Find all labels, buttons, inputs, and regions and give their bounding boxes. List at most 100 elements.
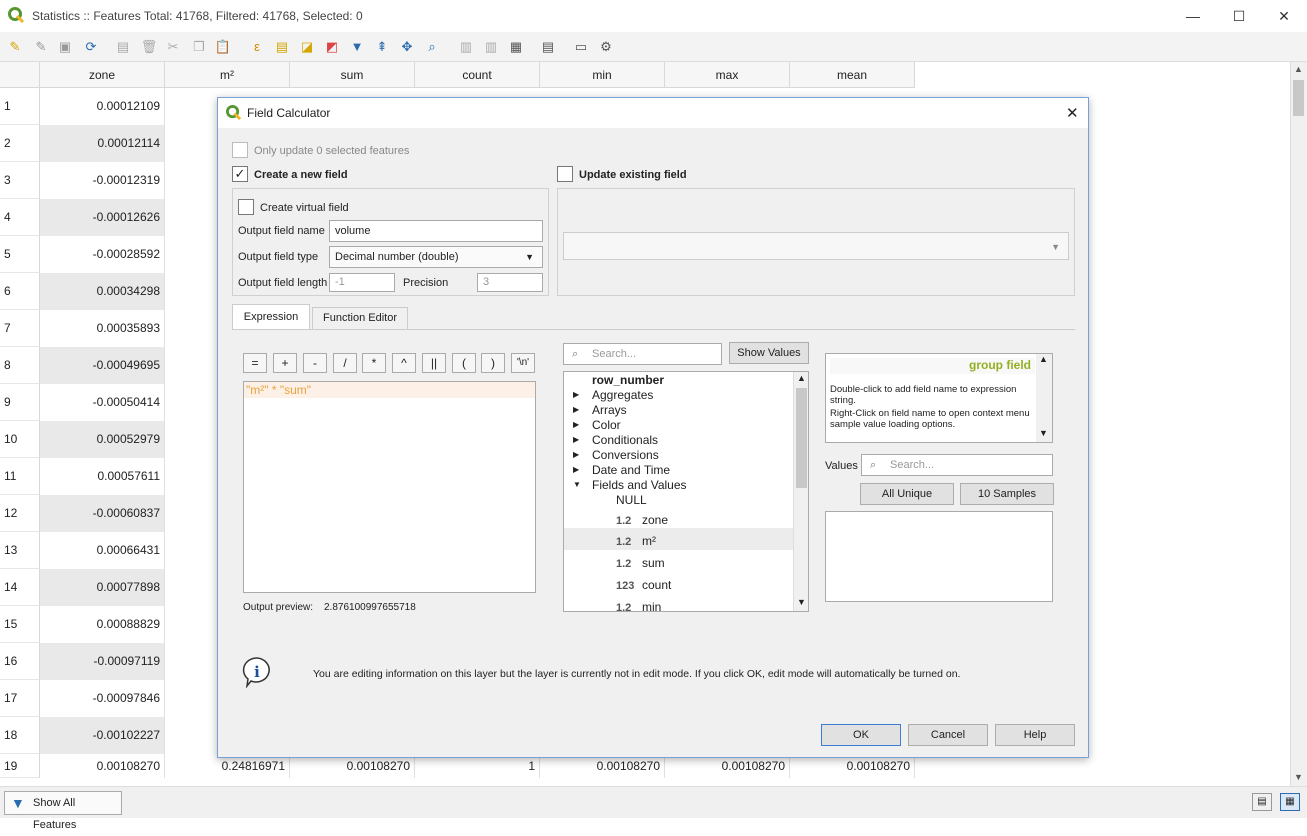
table-cell[interactable]: -0.00060837 <box>40 495 165 532</box>
create-new-field-checkbox[interactable]: ✓ <box>232 166 248 182</box>
table-cell[interactable]: -0.00028592 <box>40 236 165 273</box>
row-number[interactable]: 4 <box>0 199 40 236</box>
operator-button[interactable]: || <box>422 353 446 373</box>
ten-samples-button[interactable]: 10 Samples <box>960 483 1054 505</box>
expand-right-icon[interactable]: ▶ <box>573 390 579 399</box>
tree-group[interactable]: Fields and Values <box>592 478 687 492</box>
expand-right-icon[interactable]: ▶ <box>573 420 579 429</box>
operator-button[interactable]: ) <box>481 353 505 373</box>
operator-button[interactable]: = <box>243 353 267 373</box>
save-edits-icon[interactable]: ▣ <box>56 38 74 56</box>
tab-function-editor[interactable]: Function Editor <box>312 307 408 330</box>
delete-field-icon[interactable]: ▥ <box>482 38 500 56</box>
zoom-to-icon[interactable]: ⌕ <box>423 38 441 56</box>
column-header[interactable]: m² <box>165 62 290 88</box>
tree-item-row-number[interactable]: row_number <box>592 373 664 387</box>
row-number[interactable]: 15 <box>0 606 40 643</box>
row-number[interactable]: 10 <box>0 421 40 458</box>
delete-feature-icon[interactable]: 🗑 <box>140 38 158 56</box>
row-number[interactable]: 13 <box>0 532 40 569</box>
maximize-button[interactable]: ☐ <box>1216 0 1262 32</box>
row-number[interactable]: 8 <box>0 347 40 384</box>
close-window-button[interactable]: ✕ <box>1261 0 1307 32</box>
pan-to-icon[interactable]: ✥ <box>398 38 416 56</box>
column-header[interactable]: count <box>415 62 540 88</box>
table-cell[interactable]: -0.00012626 <box>40 199 165 236</box>
expand-right-icon[interactable]: ▶ <box>573 405 579 414</box>
minimize-button[interactable]: — <box>1170 0 1216 32</box>
invert-selection-icon[interactable]: ◪ <box>298 38 316 56</box>
copy-icon[interactable]: ❐ <box>190 38 208 56</box>
column-header[interactable]: min <box>540 62 665 88</box>
tree-group[interactable]: Color <box>592 418 621 432</box>
tree-field-item[interactable]: NULL <box>616 493 647 507</box>
expand-right-icon[interactable]: ▶ <box>573 465 579 474</box>
tree-field-item[interactable]: 1.2 zone <box>616 513 668 527</box>
output-length-input[interactable]: -1 <box>329 273 395 292</box>
operator-button[interactable]: - <box>303 353 327 373</box>
row-number[interactable]: 3 <box>0 162 40 199</box>
tree-group[interactable]: Conditionals <box>592 433 658 447</box>
table-cell[interactable]: 0.00057611 <box>40 458 165 495</box>
row-number[interactable]: 18 <box>0 717 40 754</box>
existing-field-select[interactable]: ▼ <box>563 232 1069 260</box>
row-number[interactable]: 1 <box>0 88 40 125</box>
function-search-input[interactable]: ⌕ Search... <box>563 343 722 365</box>
create-virtual-checkbox[interactable] <box>238 199 254 215</box>
tree-field-item[interactable]: 123 count <box>616 578 671 592</box>
tab-expression[interactable]: Expression <box>232 304 310 330</box>
row-number[interactable]: 16 <box>0 643 40 680</box>
show-values-button[interactable]: Show Values <box>729 342 809 364</box>
help-button[interactable]: Help <box>995 724 1075 746</box>
expand-down-icon[interactable]: ▼ <box>573 480 581 489</box>
move-top-icon[interactable]: ⇞ <box>373 38 391 56</box>
tree-group[interactable]: Aggregates <box>592 388 653 402</box>
table-cell[interactable]: 0.00052979 <box>40 421 165 458</box>
table-view-icon[interactable]: ▦ <box>1280 793 1300 811</box>
tree-group[interactable]: Conversions <box>592 448 659 462</box>
show-all-features-button[interactable]: ▼ Show All Features <box>4 791 122 831</box>
table-cell[interactable]: -0.00050414 <box>40 384 165 421</box>
column-header[interactable]: max <box>665 62 790 88</box>
operator-button[interactable]: + <box>273 353 297 373</box>
operator-button[interactable]: / <box>333 353 357 373</box>
row-number[interactable]: 19 <box>0 754 40 778</box>
tree-group[interactable]: Arrays <box>592 403 627 417</box>
table-cell[interactable]: -0.00012319 <box>40 162 165 199</box>
tree-scrollbar[interactable]: ▲ ▼ <box>793 372 808 611</box>
only-update-checkbox[interactable] <box>232 142 248 158</box>
row-number[interactable]: 7 <box>0 310 40 347</box>
table-cell[interactable]: -0.00049695 <box>40 347 165 384</box>
conditional-format-icon[interactable]: ▤ <box>539 38 557 56</box>
row-number[interactable]: 9 <box>0 384 40 421</box>
select-all-icon[interactable]: ▤ <box>273 38 291 56</box>
toggle-edit-icon[interactable]: ✎ <box>6 38 24 56</box>
tree-field-item[interactable]: 1.2 min <box>616 600 661 611</box>
row-number[interactable]: 2 <box>0 125 40 162</box>
table-cell[interactable]: 0.00108270 <box>40 754 165 778</box>
deselect-icon[interactable]: ◩ <box>323 38 341 56</box>
table-cell[interactable]: -0.00102227 <box>40 717 165 754</box>
row-number[interactable]: 6 <box>0 273 40 310</box>
values-list[interactable] <box>825 511 1053 602</box>
column-header[interactable]: zone <box>40 62 165 88</box>
select-expression-icon[interactable]: ε <box>248 38 266 56</box>
column-header[interactable]: sum <box>290 62 415 88</box>
actions-icon[interactable]: ⚙ <box>597 38 615 56</box>
multi-edit-icon[interactable]: ✎ <box>32 38 50 56</box>
dock-icon[interactable]: ▭ <box>572 38 590 56</box>
operator-button[interactable]: '\n' <box>511 353 535 373</box>
output-type-select[interactable]: Decimal number (double) ▼ <box>329 246 543 268</box>
expand-right-icon[interactable]: ▶ <box>573 435 579 444</box>
tree-field-item[interactable]: 1.2 sum <box>616 556 665 570</box>
operator-button[interactable]: ( <box>452 353 476 373</box>
cancel-button[interactable]: Cancel <box>908 724 988 746</box>
table-scrollbar[interactable]: ▲ ▼ <box>1290 62 1307 786</box>
reload-icon[interactable]: ⟳ <box>82 38 100 56</box>
operator-button[interactable]: * <box>362 353 386 373</box>
table-cell[interactable]: 0.00088829 <box>40 606 165 643</box>
table-cell[interactable]: 0.00066431 <box>40 532 165 569</box>
row-number[interactable]: 12 <box>0 495 40 532</box>
all-unique-button[interactable]: All Unique <box>860 483 954 505</box>
table-cell[interactable]: 0.00034298 <box>40 273 165 310</box>
